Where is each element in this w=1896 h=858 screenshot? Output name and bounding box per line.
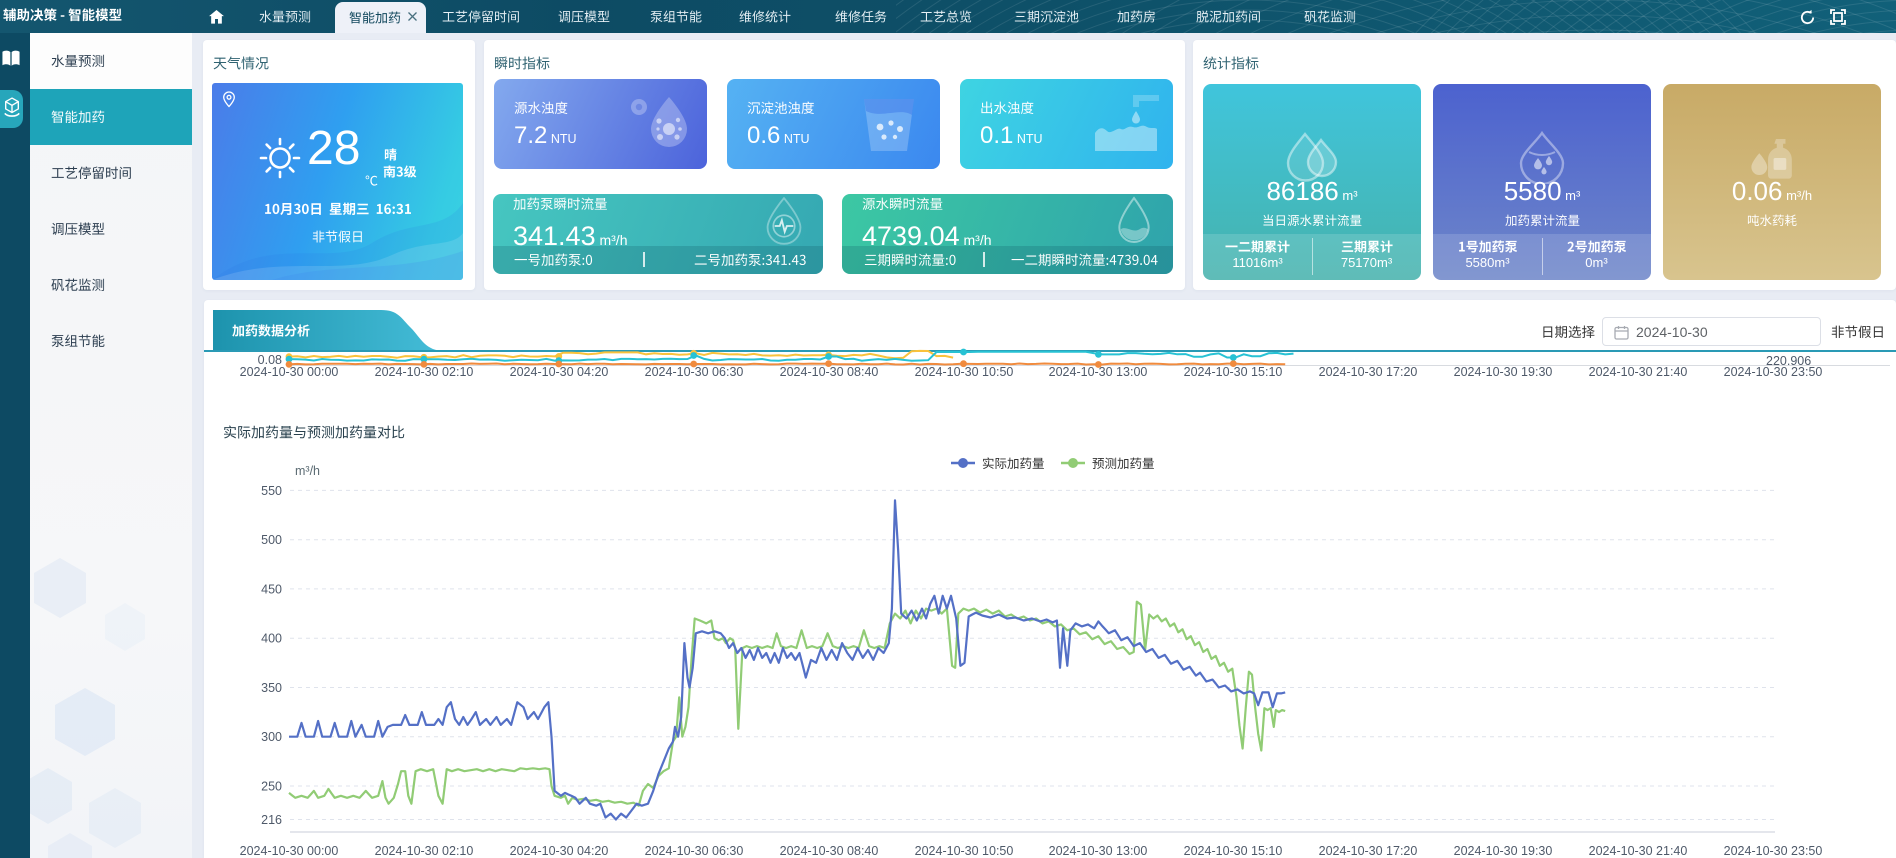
svg-text:2024-10-30 21:40: 2024-10-30 21:40 (1589, 844, 1688, 858)
svg-text:350: 350 (261, 681, 282, 695)
svg-text:216: 216 (261, 813, 282, 827)
svg-text:550: 550 (261, 484, 282, 498)
svg-text:2024-10-30 15:10: 2024-10-30 15:10 (1184, 844, 1283, 858)
svg-text:2024-10-30 04:20: 2024-10-30 04:20 (510, 844, 609, 858)
svg-text:400: 400 (261, 632, 282, 646)
svg-text:2024-10-30 00:00: 2024-10-30 00:00 (240, 844, 339, 858)
svg-text:2024-10-30 17:20: 2024-10-30 17:20 (1319, 844, 1418, 858)
svg-text:2024-10-30 02:10: 2024-10-30 02:10 (375, 844, 474, 858)
svg-text:2024-10-30 08:40: 2024-10-30 08:40 (780, 844, 879, 858)
svg-text:2024-10-30 10:50: 2024-10-30 10:50 (915, 844, 1014, 858)
svg-text:2024-10-30 23:50: 2024-10-30 23:50 (1724, 844, 1823, 858)
svg-text:2024-10-30 06:30: 2024-10-30 06:30 (645, 844, 744, 858)
svg-text:250: 250 (261, 780, 282, 794)
svg-text:2024-10-30 19:30: 2024-10-30 19:30 (1454, 844, 1553, 858)
svg-text:2024-10-30 13:00: 2024-10-30 13:00 (1049, 844, 1148, 858)
svg-text:450: 450 (261, 582, 282, 596)
svg-text:300: 300 (261, 730, 282, 744)
svg-text:500: 500 (261, 533, 282, 547)
